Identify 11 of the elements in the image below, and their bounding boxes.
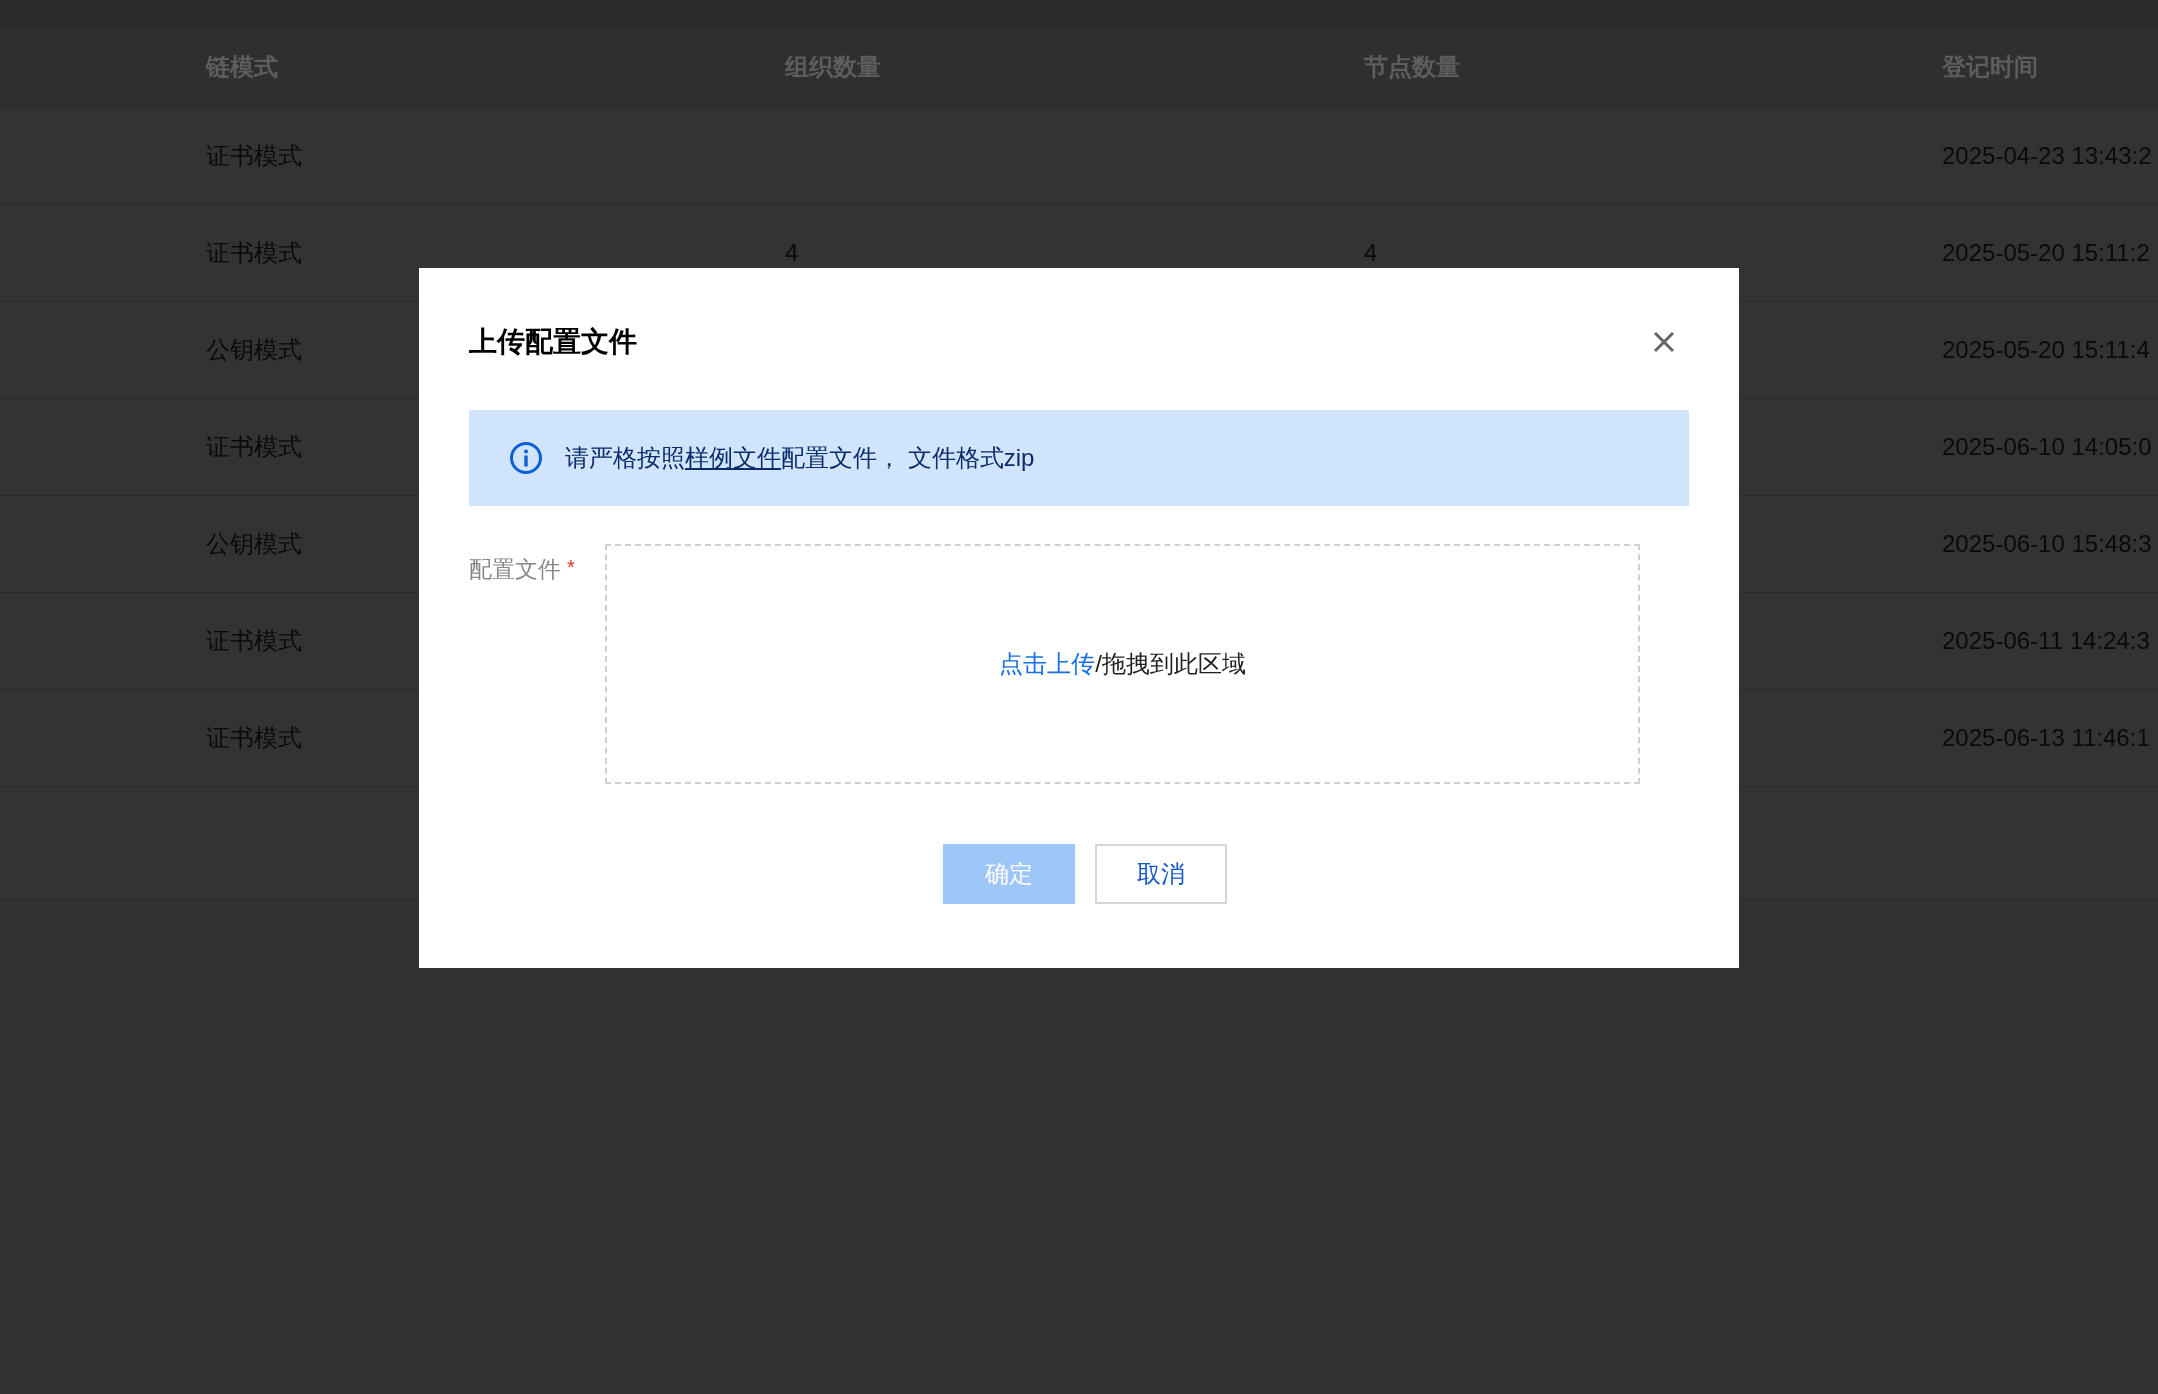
info-icon	[509, 441, 543, 475]
required-mark: *	[567, 555, 575, 580]
upload-hint: 点击上传/拖拽到此区域	[999, 649, 1246, 679]
dialog-title: 上传配置文件	[469, 325, 637, 359]
notice-text: 请严格按照样例文件配置文件， 文件格式zip	[565, 443, 1035, 473]
upload-dropzone[interactable]: 点击上传/拖拽到此区域	[605, 544, 1640, 784]
field-label: 配置文件	[469, 555, 561, 584]
cancel-button[interactable]: 取消	[1095, 844, 1227, 904]
click-upload-link[interactable]: 点击上传	[999, 650, 1096, 677]
close-icon[interactable]	[1653, 331, 1675, 353]
sample-file-link[interactable]: 样例文件	[685, 444, 781, 471]
